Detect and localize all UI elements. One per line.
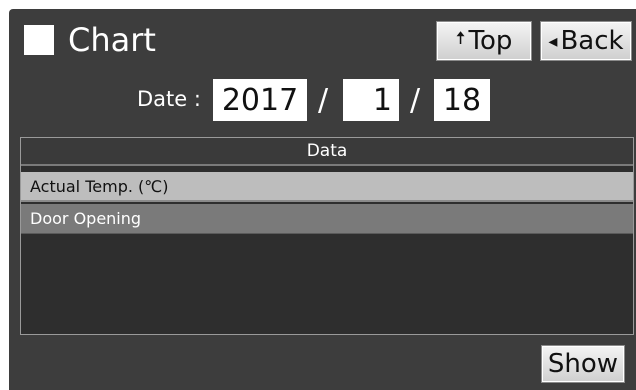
date-year-field[interactable]: 2017 — [213, 79, 307, 121]
data-table: Data Actual Temp. (℃) Door Opening — [20, 137, 634, 335]
date-label: Date : — [137, 87, 201, 111]
date-separator: / — [318, 83, 329, 118]
date-month-field[interactable]: 1 — [343, 79, 399, 121]
show-button-label: Show — [547, 349, 619, 379]
data-row-door-opening[interactable]: Door Opening — [21, 204, 633, 234]
up-arrow-icon: 🠅 — [455, 28, 466, 49]
page-title-text: Chart — [68, 21, 156, 59]
title-square-icon — [24, 25, 54, 55]
show-button[interactable]: Show — [541, 345, 625, 383]
date-separator: / — [410, 83, 421, 118]
chart-screen: Chart 🠅 Top ◂ Back Date : 2017 / 1 / 18 … — [9, 9, 636, 390]
data-table-header: Data — [21, 138, 633, 166]
back-arrow-icon: ◂ — [548, 30, 558, 52]
back-button[interactable]: ◂ Back — [540, 21, 632, 61]
data-row-label: Door Opening — [30, 209, 142, 228]
data-row-actual-temp[interactable]: Actual Temp. (℃) — [21, 172, 633, 202]
top-button-label: Top — [468, 26, 513, 56]
data-row-label: Actual Temp. (℃) — [30, 176, 169, 196]
date-day-field[interactable]: 18 — [434, 79, 490, 121]
top-button[interactable]: 🠅 Top — [436, 21, 532, 61]
back-button-label: Back — [560, 26, 624, 56]
page-title: Chart — [24, 20, 156, 60]
